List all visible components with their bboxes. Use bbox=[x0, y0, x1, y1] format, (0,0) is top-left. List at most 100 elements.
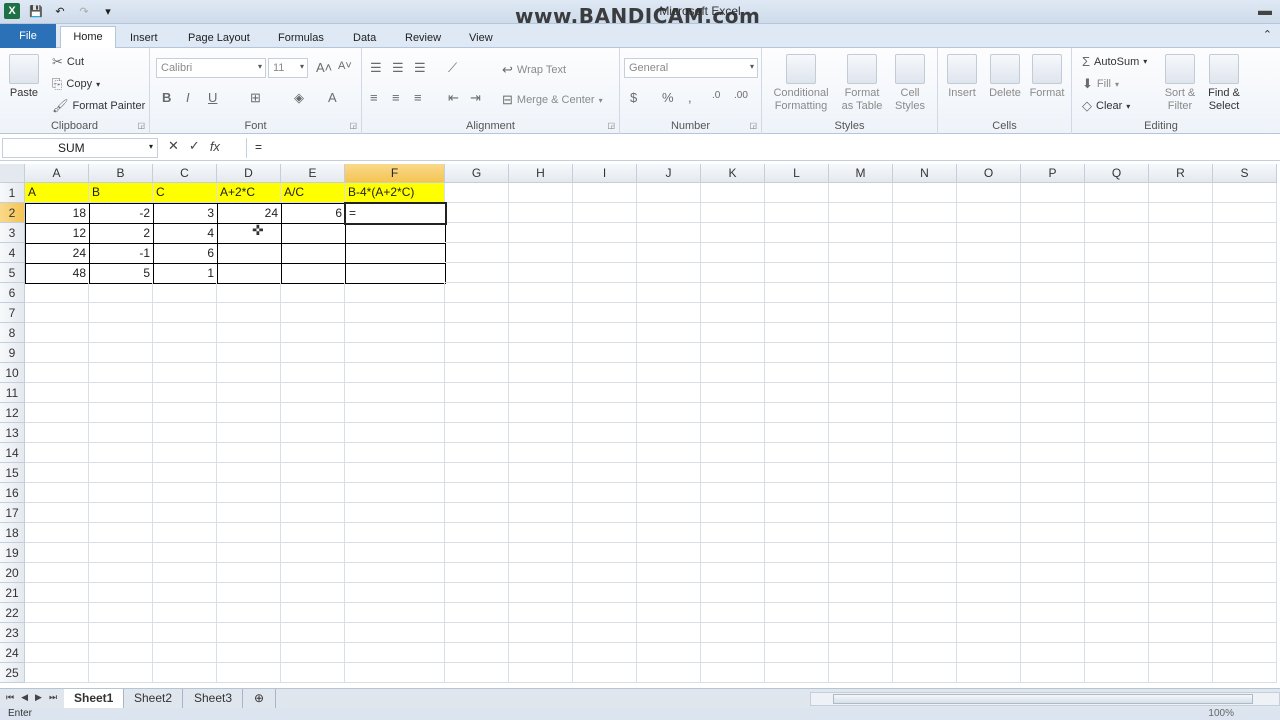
empty-cell[interactable] bbox=[1021, 663, 1085, 683]
empty-cell[interactable] bbox=[345, 443, 445, 463]
font-size-combo[interactable]: 11 ▾ bbox=[268, 58, 308, 78]
paste-button[interactable]: Paste bbox=[6, 54, 42, 100]
empty-cell[interactable] bbox=[701, 263, 765, 283]
empty-cell[interactable] bbox=[345, 463, 445, 483]
empty-cell[interactable] bbox=[957, 583, 1021, 603]
empty-cell[interactable] bbox=[701, 403, 765, 423]
empty-cell[interactable] bbox=[765, 383, 829, 403]
empty-cell[interactable] bbox=[893, 263, 957, 283]
empty-cell[interactable] bbox=[957, 503, 1021, 523]
empty-cell[interactable] bbox=[573, 303, 637, 323]
empty-cell[interactable] bbox=[765, 183, 829, 203]
empty-cell[interactable] bbox=[281, 563, 345, 583]
empty-cell[interactable] bbox=[829, 463, 893, 483]
comma-button[interactable]: , bbox=[688, 90, 692, 105]
empty-cell[interactable] bbox=[217, 503, 281, 523]
empty-cell[interactable] bbox=[345, 623, 445, 643]
empty-cell[interactable] bbox=[829, 243, 893, 263]
increase-indent-button[interactable]: ⇥ bbox=[470, 90, 481, 106]
autosum-button[interactable]: Σ AutoSum ▾ bbox=[1082, 54, 1147, 69]
empty-cell[interactable] bbox=[893, 343, 957, 363]
fill-color-button[interactable]: ◈ bbox=[294, 90, 304, 106]
empty-cell[interactable] bbox=[1021, 203, 1085, 223]
empty-cell[interactable] bbox=[509, 403, 573, 423]
empty-cell[interactable] bbox=[281, 383, 345, 403]
table-header-cell[interactable]: A bbox=[25, 183, 89, 203]
row-header-2[interactable]: 2 bbox=[0, 203, 25, 223]
empty-cell[interactable] bbox=[637, 603, 701, 623]
empty-cell[interactable] bbox=[345, 423, 445, 443]
empty-cell[interactable] bbox=[281, 443, 345, 463]
empty-cell[interactable] bbox=[1085, 243, 1149, 263]
empty-cell[interactable] bbox=[1021, 463, 1085, 483]
empty-cell[interactable] bbox=[89, 463, 153, 483]
column-header-m[interactable]: M bbox=[829, 164, 893, 183]
empty-cell[interactable] bbox=[153, 583, 217, 603]
empty-cell[interactable] bbox=[829, 343, 893, 363]
empty-cell[interactable] bbox=[153, 403, 217, 423]
empty-cell[interactable] bbox=[1213, 283, 1277, 303]
empty-cell[interactable] bbox=[153, 503, 217, 523]
delete-cells-button[interactable]: Delete bbox=[984, 54, 1026, 100]
empty-cell[interactable] bbox=[1085, 343, 1149, 363]
empty-cell[interactable] bbox=[637, 563, 701, 583]
empty-cell[interactable] bbox=[1213, 223, 1277, 243]
row-header-10[interactable]: 10 bbox=[0, 363, 25, 383]
empty-cell[interactable] bbox=[1085, 223, 1149, 243]
column-header-k[interactable]: K bbox=[701, 164, 765, 183]
empty-cell[interactable] bbox=[957, 483, 1021, 503]
empty-cell[interactable] bbox=[445, 603, 509, 623]
empty-cell[interactable] bbox=[765, 643, 829, 663]
empty-cell[interactable] bbox=[637, 423, 701, 443]
empty-cell[interactable] bbox=[701, 523, 765, 543]
empty-cell[interactable] bbox=[573, 243, 637, 263]
clipboard-launcher-icon[interactable]: ◲ bbox=[137, 121, 145, 130]
empty-cell[interactable] bbox=[1149, 223, 1213, 243]
font-name-combo[interactable]: Calibri ▾ bbox=[156, 58, 266, 78]
empty-cell[interactable] bbox=[509, 663, 573, 683]
empty-cell[interactable] bbox=[701, 283, 765, 303]
empty-cell[interactable] bbox=[1021, 183, 1085, 203]
empty-cell[interactable] bbox=[957, 303, 1021, 323]
table-cell[interactable] bbox=[345, 243, 446, 264]
empty-cell[interactable] bbox=[1149, 503, 1213, 523]
empty-cell[interactable] bbox=[1149, 443, 1213, 463]
row-header-5[interactable]: 5 bbox=[0, 263, 25, 283]
empty-cell[interactable] bbox=[345, 503, 445, 523]
empty-cell[interactable] bbox=[893, 463, 957, 483]
empty-cell[interactable] bbox=[1085, 323, 1149, 343]
empty-cell[interactable] bbox=[25, 303, 89, 323]
increase-decimal-button[interactable]: .0 bbox=[712, 90, 720, 101]
empty-cell[interactable] bbox=[765, 543, 829, 563]
empty-cell[interactable] bbox=[1149, 383, 1213, 403]
row-header-12[interactable]: 12 bbox=[0, 403, 25, 423]
empty-cell[interactable] bbox=[893, 603, 957, 623]
empty-cell[interactable] bbox=[89, 423, 153, 443]
empty-cell[interactable] bbox=[829, 663, 893, 683]
empty-cell[interactable] bbox=[1213, 563, 1277, 583]
empty-cell[interactable] bbox=[1021, 503, 1085, 523]
empty-cell[interactable] bbox=[1149, 403, 1213, 423]
empty-cell[interactable] bbox=[637, 283, 701, 303]
empty-cell[interactable] bbox=[701, 643, 765, 663]
format-as-table-button[interactable]: Format as Table bbox=[836, 54, 888, 113]
empty-cell[interactable] bbox=[701, 243, 765, 263]
empty-cell[interactable] bbox=[1149, 283, 1213, 303]
empty-cell[interactable] bbox=[89, 563, 153, 583]
empty-cell[interactable] bbox=[153, 543, 217, 563]
empty-cell[interactable] bbox=[829, 203, 893, 223]
empty-cell[interactable] bbox=[1149, 463, 1213, 483]
empty-cell[interactable] bbox=[637, 263, 701, 283]
first-sheet-icon[interactable]: ⏮ bbox=[6, 692, 14, 703]
row-header-20[interactable]: 20 bbox=[0, 563, 25, 583]
empty-cell[interactable] bbox=[1085, 303, 1149, 323]
empty-cell[interactable] bbox=[765, 443, 829, 463]
orientation-button[interactable]: ⟋ bbox=[448, 60, 457, 76]
empty-cell[interactable] bbox=[893, 503, 957, 523]
empty-cell[interactable] bbox=[573, 623, 637, 643]
empty-cell[interactable] bbox=[1021, 563, 1085, 583]
row-header-3[interactable]: 3 bbox=[0, 223, 25, 243]
empty-cell[interactable] bbox=[445, 343, 509, 363]
table-cell[interactable]: 6 bbox=[153, 243, 218, 264]
empty-cell[interactable] bbox=[957, 423, 1021, 443]
